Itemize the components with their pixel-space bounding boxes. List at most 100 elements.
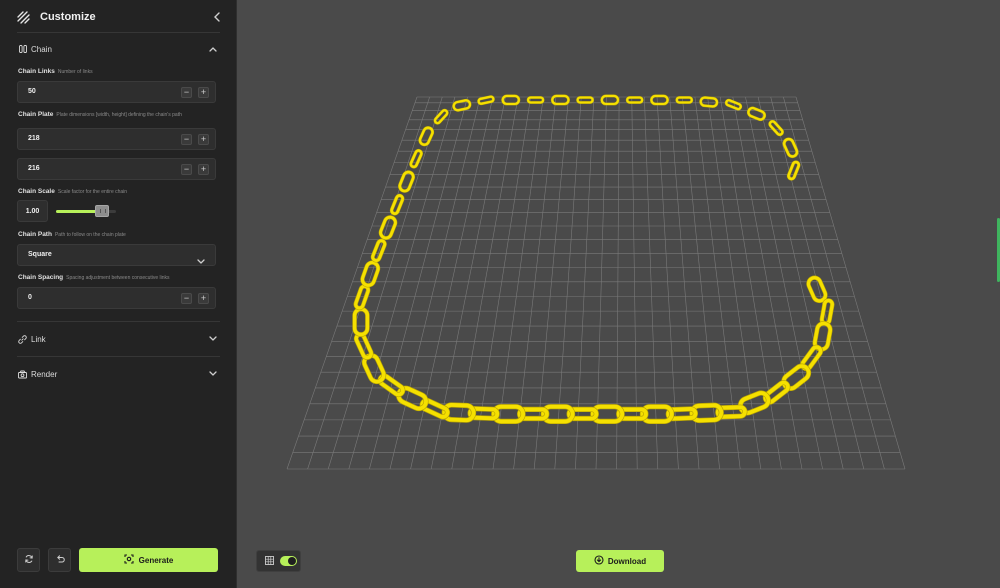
chain-link [786, 160, 801, 181]
chain-spacing-decrement-button[interactable]: − [181, 293, 192, 304]
chain-link [352, 306, 370, 337]
chain-plate-width-value: 218 [28, 135, 40, 142]
chain-link [398, 170, 416, 193]
chain-plate-height-input[interactable]: 216 − + [17, 158, 216, 180]
grid-line [327, 96, 443, 470]
chain-scale-hint: Scale factor for the entire chain [57, 189, 128, 195]
chain-link [806, 275, 828, 304]
chain-spacing-value: 0 [28, 294, 32, 301]
chain-plate-label: Chain Plate Plate dimensions [width, heig… [18, 111, 182, 118]
section-render-label: Render [31, 369, 58, 379]
chain-icon [18, 45, 27, 54]
render-icon [18, 370, 27, 379]
download-label: Download [607, 556, 647, 566]
chain-scale-slider[interactable] [56, 205, 116, 217]
grid-line [745, 96, 823, 470]
grid-toggle-switch[interactable] [280, 556, 297, 566]
link-icon [18, 334, 27, 344]
grid-line [451, 96, 519, 470]
sidebar-title: Customize [40, 11, 96, 23]
chain-spacing-hint: Spacing adjustment between consecutive l… [66, 275, 170, 281]
chain-plate-width-increment-button[interactable]: + [198, 134, 209, 145]
section-render-header[interactable]: Render [0, 364, 237, 384]
chain-link [477, 95, 495, 106]
chain-spacing-label: Chain Spacing Spacing adjustment between … [18, 274, 170, 281]
chain-links-input[interactable]: 50 − + [17, 81, 216, 103]
chain-path-select[interactable]: Square [17, 244, 216, 266]
divider [17, 356, 220, 357]
section-chain-header[interactable]: Chain [0, 39, 237, 59]
undo-icon [55, 551, 65, 569]
chain-link [360, 260, 381, 288]
chain-link [724, 98, 743, 111]
chain-plate-width-input[interactable]: 218 − + [17, 128, 216, 150]
chain-link [353, 332, 374, 360]
grid-line [757, 96, 844, 470]
chain-spacing-increment-button[interactable]: + [198, 293, 209, 304]
sidebar-header: Customize [0, 0, 237, 34]
app: Customize Chain Chain Links Number of lin… [0, 0, 1000, 588]
reset-button[interactable] [17, 548, 40, 572]
generate-icon [124, 551, 134, 569]
chain-plate-height-value: 216 [28, 165, 40, 172]
chain-link [452, 98, 472, 112]
chain-link [370, 238, 387, 263]
chain-scale-label: Chain Scale Scale factor for the entire c… [18, 188, 128, 195]
section-link-label: Link [31, 334, 46, 344]
chain-spacing-input[interactable]: 0 − + [17, 287, 216, 309]
chain-link [433, 108, 449, 125]
chain-link [600, 94, 620, 106]
grid-line [795, 96, 906, 470]
grid-line [533, 96, 569, 470]
section-chain-label: Chain [31, 44, 52, 54]
chain-model [352, 94, 835, 425]
chevron-down-icon [209, 370, 217, 378]
chain-links-increment-button[interactable]: + [198, 87, 209, 98]
chain-scale-slider-handle[interactable] [95, 205, 110, 217]
grid-line [369, 96, 468, 470]
generate-label: Generate [138, 555, 174, 565]
grid-line [682, 96, 720, 470]
grid-line [631, 96, 638, 470]
generate-button[interactable]: Generate [79, 548, 218, 572]
chain-link [418, 126, 435, 147]
chain-path-value: Square [28, 251, 52, 258]
chain-plate-height-decrement-button[interactable]: − [181, 164, 192, 175]
customize-icon [17, 10, 30, 24]
grid-toggle-control [256, 550, 301, 572]
chain-link [819, 298, 835, 326]
divider [17, 32, 220, 33]
chain-plate-height-increment-button[interactable]: + [198, 164, 209, 175]
download-icon [594, 552, 604, 570]
3d-scene[interactable] [237, 0, 1000, 588]
chain-link [699, 96, 719, 108]
3d-viewport[interactable]: Download [237, 0, 1000, 588]
collapse-sidebar-icon[interactable] [211, 11, 223, 23]
chain-links-value: 50 [28, 88, 36, 95]
chain-link [353, 284, 371, 311]
section-link-header[interactable]: Link [0, 329, 237, 349]
undo-button[interactable] [48, 548, 71, 572]
chain-scale-input[interactable]: 1.00 [17, 200, 48, 222]
divider [17, 321, 220, 322]
grid-line [307, 96, 430, 470]
chain-path-hint: Path to follow on the chain plate [54, 232, 126, 238]
chevron-down-icon [197, 252, 205, 264]
grid-line [286, 96, 418, 470]
chain-path-label: Chain Path Path to follow on the chain pl… [18, 231, 126, 238]
chain-links-hint: Number of links [57, 69, 93, 75]
chevron-up-icon [209, 45, 217, 53]
chain-link [649, 94, 670, 106]
refresh-icon [24, 551, 34, 569]
chain-link [389, 193, 405, 216]
chevron-down-icon [209, 335, 217, 343]
chain-link [576, 96, 595, 104]
chain-links-decrement-button[interactable]: − [181, 87, 192, 98]
chain-link [409, 148, 424, 169]
chain-plate-width-decrement-button[interactable]: − [181, 134, 192, 145]
chain-plate-hint: Plate dimensions [width, height] definin… [56, 112, 182, 118]
chain-link [675, 96, 694, 104]
grid-line [770, 96, 865, 470]
download-button[interactable]: Download [576, 550, 664, 572]
chain-link [378, 215, 398, 240]
